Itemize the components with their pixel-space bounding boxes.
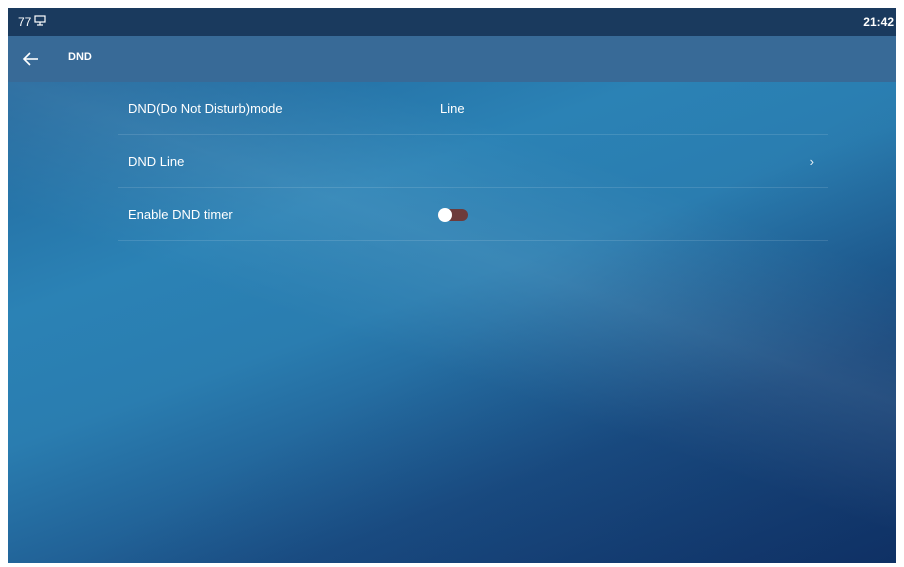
back-button[interactable]: [20, 48, 44, 70]
status-number: 77: [18, 15, 32, 29]
dnd-mode-value: Line: [440, 101, 465, 116]
status-time: 21:42: [863, 15, 894, 29]
dnd-timer-toggle[interactable]: [438, 208, 468, 222]
dnd-timer-row[interactable]: Enable DND timer: [118, 188, 828, 241]
toggle-knob: [438, 208, 452, 222]
status-bar: 77 21:42: [8, 8, 896, 36]
arrow-left-icon: [20, 52, 42, 74]
dnd-mode-label: DND(Do Not Disturb)mode: [128, 101, 283, 116]
chevron-right-icon: ›: [809, 154, 814, 169]
dnd-timer-label: Enable DND timer: [128, 207, 233, 222]
phone-screen: 77 21:42 DND DND(Do Not Disturb)mode Lin…: [8, 8, 896, 563]
dnd-line-label: DND Line: [128, 154, 185, 169]
network-icon: [34, 15, 46, 29]
status-left: 77: [18, 15, 46, 29]
dnd-mode-row[interactable]: DND(Do Not Disturb)mode Line: [118, 82, 828, 135]
title-bar: DND: [8, 36, 896, 82]
page-title: DND: [68, 51, 92, 63]
settings-list: DND(Do Not Disturb)mode Line DND Line › …: [118, 82, 828, 241]
dnd-line-row[interactable]: DND Line ›: [118, 135, 828, 188]
